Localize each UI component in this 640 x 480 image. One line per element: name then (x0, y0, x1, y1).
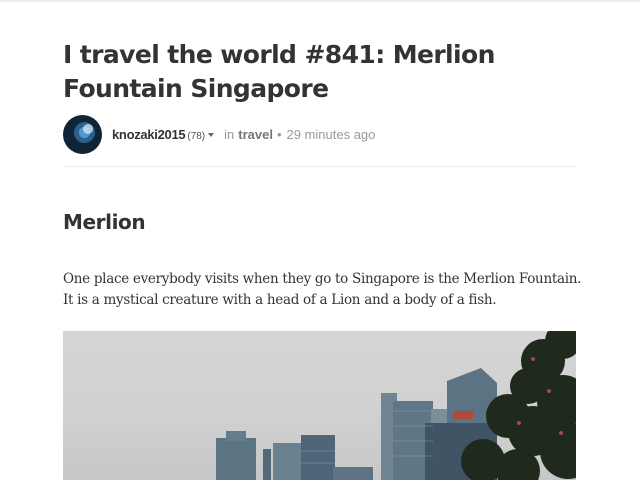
building (333, 467, 373, 480)
section-heading: Merlion (63, 210, 146, 234)
header-divider (63, 166, 576, 167)
author-reputation: (78) (187, 130, 206, 142)
author-name[interactable]: knozaki2015 (112, 127, 186, 142)
author-avatar[interactable] (63, 114, 102, 154)
skyline-photo[interactable] (63, 331, 576, 480)
meta-separator: • (276, 126, 282, 142)
skyline-illustration (216, 331, 576, 480)
building (263, 449, 271, 480)
category-link[interactable]: travel (238, 127, 273, 142)
post-time: 29 minutes ago (286, 126, 376, 142)
building (273, 443, 303, 480)
building (226, 431, 246, 441)
post-title: I travel the world #841: Merlion Fountai… (63, 40, 495, 103)
body-paragraph: One place everybody visits when they go … (63, 271, 582, 308)
in-label: in (224, 126, 235, 142)
author-row: knozaki2015 (78) in travel • 29 minutes … (63, 114, 576, 154)
building (216, 438, 256, 480)
building (301, 435, 335, 480)
post-meta: knozaki2015 (78) in travel • 29 minutes … (112, 127, 375, 142)
building-sign (453, 411, 473, 419)
author-menu-caret-icon[interactable] (208, 132, 215, 137)
top-nav-shadow (0, 0, 640, 3)
